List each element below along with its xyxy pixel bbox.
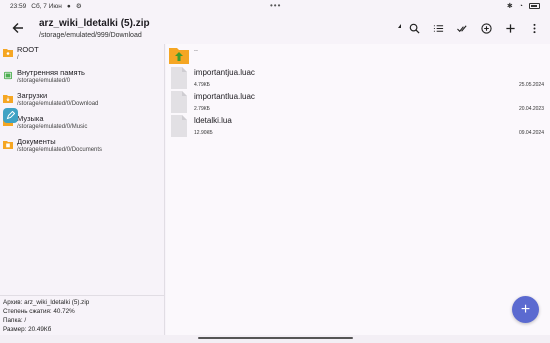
select-all-button[interactable] — [452, 18, 472, 38]
list-view-icon — [433, 24, 443, 32]
add-circle-icon — [480, 22, 492, 34]
folder-up-icon — [169, 48, 189, 64]
place-name: Документы — [17, 137, 56, 146]
floating-edit-button[interactable] — [3, 108, 18, 123]
file-row[interactable]: importantlua.luac 2.79КБ 20.04.2023 — [168, 91, 548, 115]
place-documents[interactable]: Документы /storage/emulated/0/Documents — [0, 136, 164, 159]
file-size: 4.79КБ — [194, 82, 210, 88]
gesture-handle[interactable] — [198, 337, 353, 339]
place-path: /storage/emulated/0 — [17, 78, 71, 84]
folder-icon — [3, 49, 13, 57]
add-fab-button[interactable]: + — [512, 296, 539, 323]
file-row[interactable]: importantjua.luac 4.79КБ 25.05.2024 — [168, 67, 548, 91]
arrow-back-icon — [12, 23, 23, 33]
battery-icon — [529, 3, 540, 9]
file-date: 20.04.2023 — [518, 106, 544, 112]
phone-storage-icon — [4, 71, 12, 80]
place-music[interactable]: Музыка /storage/emulated/0/Music — [0, 113, 164, 136]
file-icon — [171, 115, 187, 137]
search-icon — [409, 23, 420, 34]
documents-folder-icon — [3, 141, 13, 149]
status-time: 23:59 — [10, 2, 27, 10]
current-path: /storage/emulated/999/Download — [39, 31, 142, 39]
divider — [0, 295, 165, 296]
place-name: ROOT — [17, 45, 39, 54]
place-root[interactable]: ROOT / — [0, 44, 164, 67]
status-date: Сб, 7 Июн — [31, 2, 62, 10]
bluetooth-icon: ✱ — [506, 3, 513, 10]
list-view-button[interactable] — [428, 18, 448, 38]
file-icon — [171, 67, 187, 89]
dropdown-indicator-icon — [398, 24, 401, 28]
plus-icon — [505, 23, 515, 33]
folder-text: Папка: / — [3, 317, 27, 324]
settings-notification-icon: ⚙ — [75, 3, 82, 10]
place-name: Музыка — [17, 114, 44, 123]
page-title: arz_wiki_ldetalki (5).zip — [39, 17, 150, 29]
status-center-dots: ••• — [270, 1, 282, 10]
fab-plus-label: + — [520, 300, 531, 318]
place-path: /storage/emulated/0/Documents — [17, 147, 103, 153]
file-icon — [171, 91, 187, 113]
pencil-icon — [6, 111, 15, 120]
parent-directory-row[interactable]: .. — [168, 44, 548, 66]
file-row[interactable]: ldetalki.lua 12.90КБ 09.04.2024 — [168, 115, 548, 139]
place-name: Загрузки — [17, 91, 48, 100]
more-options-button[interactable] — [524, 18, 544, 38]
wifi-icon: ◔ — [518, 2, 523, 10]
place-name: Внутренняя память — [17, 68, 85, 77]
select-all-icon — [456, 24, 467, 32]
app-bar: arz_wiki_ldetalki (5).zip /storage/emula… — [0, 12, 550, 44]
search-button[interactable] — [404, 18, 424, 38]
file-size: 2.79КБ — [194, 106, 210, 112]
size-text: Размер: 20.49Кб — [3, 326, 52, 333]
file-list-panel: .. importantjua.luac 4.79КБ 25.05.2024 i… — [166, 44, 550, 335]
place-internal-storage[interactable]: Внутренняя память /storage/emulated/0 — [0, 67, 164, 90]
add-circle-button[interactable] — [476, 18, 496, 38]
place-path: / — [17, 55, 19, 61]
archive-name-text: Архив: arz_wiki_ldetalki (5).zip — [3, 299, 90, 306]
more-vert-icon — [532, 23, 536, 33]
place-path: /storage/emulated/0/Download — [17, 101, 99, 107]
compression-ratio-text: Степень сжатия: 40.72% — [3, 308, 75, 315]
file-name: importantlua.luac — [194, 92, 255, 101]
place-downloads[interactable]: Загрузки /storage/emulated/0/Download — [0, 90, 164, 113]
file-name: ldetalki.lua — [194, 116, 232, 125]
back-button[interactable] — [3, 13, 33, 43]
file-name: importantjua.luac — [194, 68, 255, 77]
download-folder-icon — [3, 95, 13, 103]
file-date: 25.05.2024 — [518, 82, 544, 88]
chat-notification-icon: ● — [66, 2, 71, 10]
file-date: 09.04.2024 — [518, 130, 544, 136]
parent-directory-label: .. — [194, 46, 198, 53]
file-size: 12.90КБ — [194, 130, 213, 136]
add-button[interactable] — [500, 18, 520, 38]
status-bar: 23:59 Сб, 7 Июн ● ⚙ ••• ✱ ◔ — [0, 0, 550, 12]
archive-info: Архив: arz_wiki_ldetalki (5).zip Степень… — [3, 298, 89, 334]
places-panel: ROOT / Внутренняя память /storage/emulat… — [0, 44, 165, 335]
place-path: /storage/emulated/0/Music — [17, 124, 88, 130]
